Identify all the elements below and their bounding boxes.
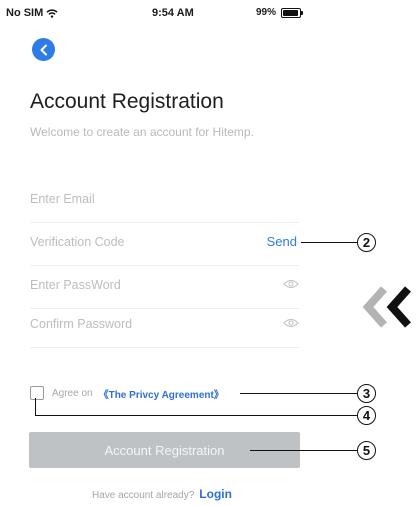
verification-placeholder: Verification Code <box>30 235 125 249</box>
clock: 9:54 AM <box>152 7 194 19</box>
status-bar: No SIM 9:54 AM 99% <box>0 0 420 30</box>
login-row: Have account already? Login <box>92 487 232 501</box>
chevron-left-icon <box>40 44 47 55</box>
carrier-label: No SIM <box>6 7 44 19</box>
callout-number-4: 4 <box>357 406 376 425</box>
wifi-icon <box>46 8 58 18</box>
verification-code-field[interactable]: Verification Code Send <box>30 223 299 266</box>
eye-icon[interactable] <box>283 279 299 289</box>
callout-line-3 <box>240 393 357 394</box>
page-subtitle: Welcome to create an account for Hitemp. <box>30 125 254 139</box>
login-prompt: Have account already? <box>92 490 195 501</box>
callout-number-3: 3 <box>357 384 376 403</box>
login-link[interactable]: Login <box>199 487 232 501</box>
eye-icon[interactable] <box>283 318 299 328</box>
back-button[interactable] <box>32 38 55 61</box>
callout-line-2 <box>301 242 357 243</box>
email-field[interactable]: Enter Email <box>30 180 299 223</box>
password-field[interactable]: Enter PassWord <box>30 266 299 309</box>
carrier-group: No SIM <box>6 7 58 19</box>
double-chevron-left-icon <box>362 286 411 328</box>
agreement-prefix: Agree on <box>52 387 93 399</box>
battery-icon <box>281 7 304 18</box>
callout-number-5: 5 <box>357 441 376 460</box>
email-placeholder: Enter Email <box>30 192 95 206</box>
battery-percent: 99% <box>256 7 277 18</box>
callout-number-2: 2 <box>357 233 376 252</box>
confirm-password-field[interactable]: Confirm Password <box>30 305 299 348</box>
callout-line-4 <box>35 398 358 416</box>
send-code-button[interactable]: Send <box>267 234 297 249</box>
password-placeholder: Enter PassWord <box>30 278 121 292</box>
page-title: Account Registration <box>30 90 224 113</box>
callout-line-5 <box>250 450 357 451</box>
battery-group: 99% <box>256 7 304 18</box>
confirm-placeholder: Confirm Password <box>30 317 133 331</box>
